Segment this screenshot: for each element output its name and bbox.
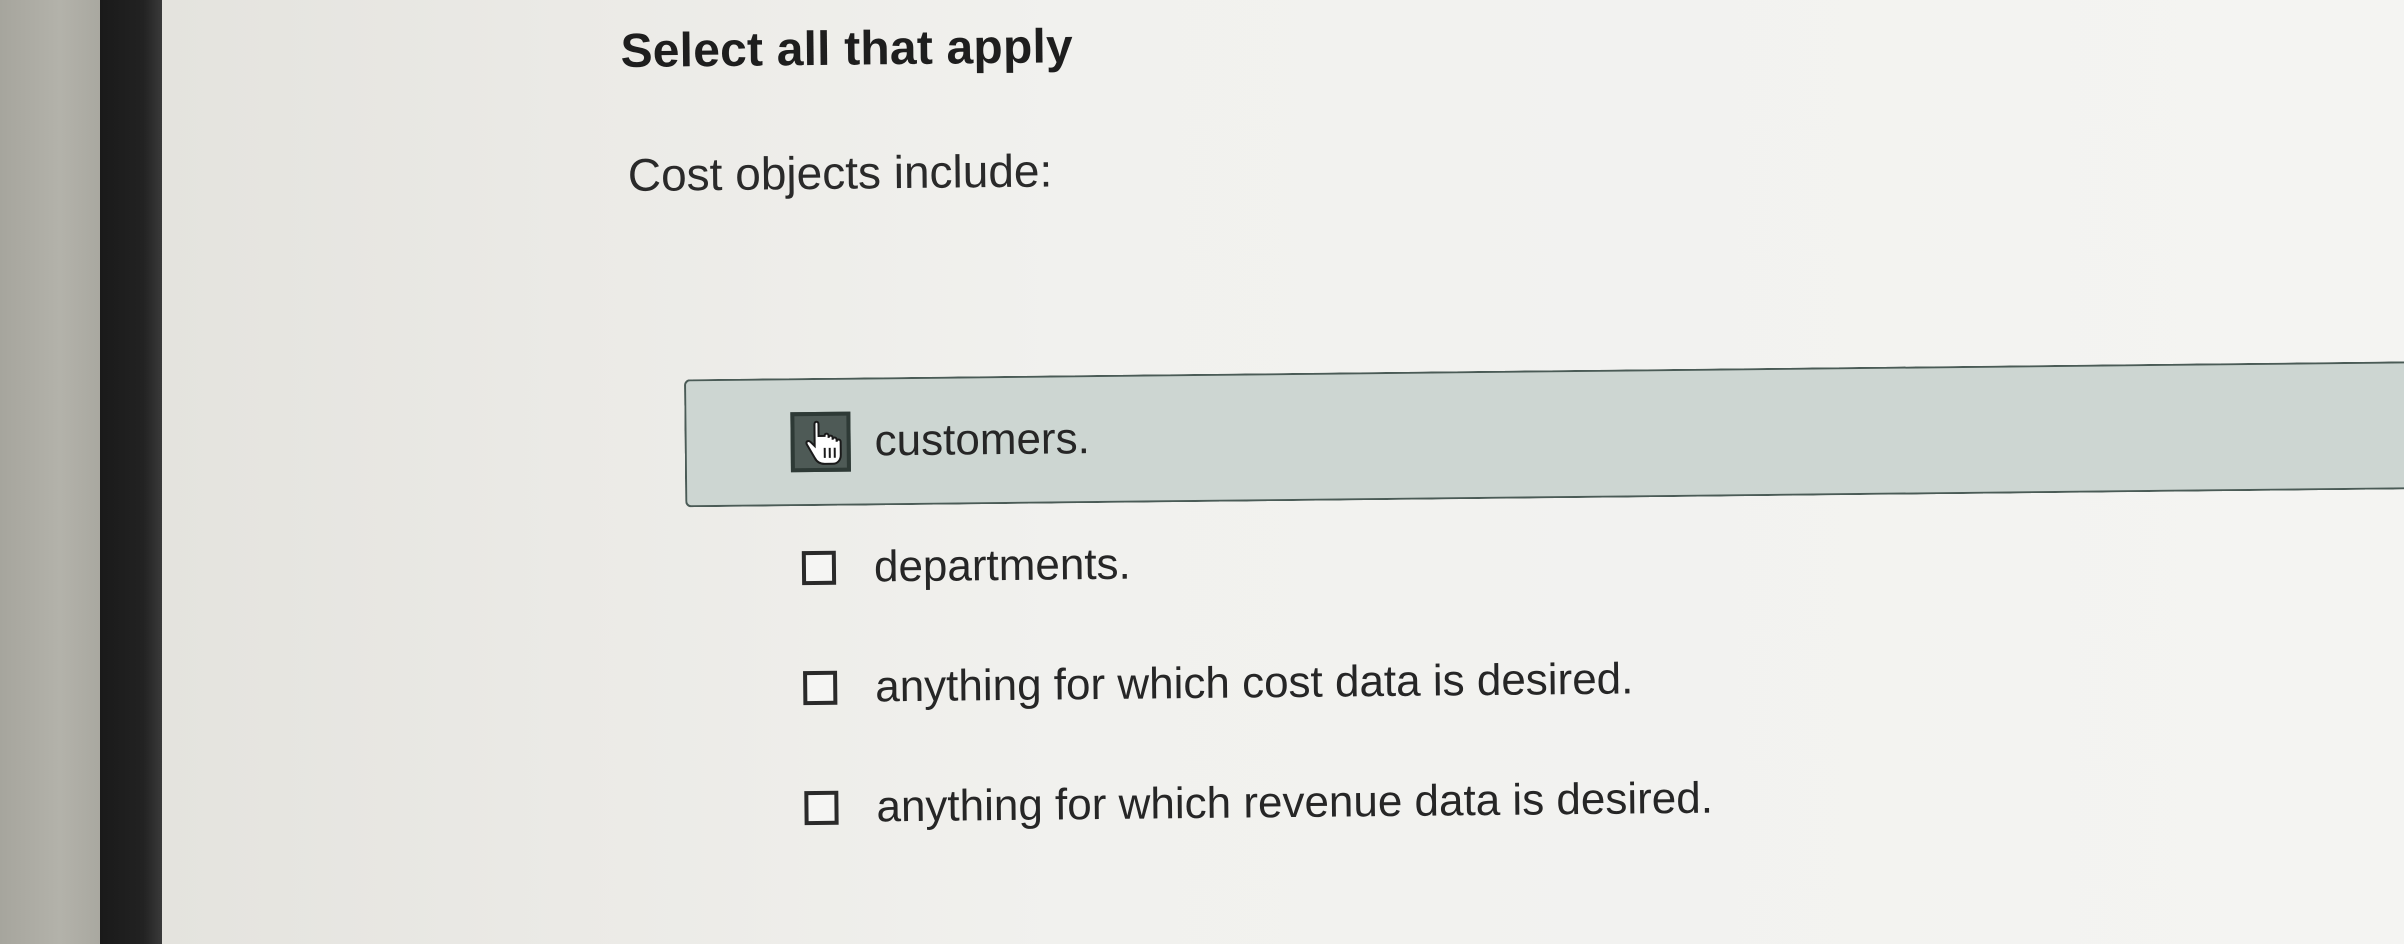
checkbox-revenue-data[interactable] [804,790,839,826]
option-label: departments. [873,539,1132,592]
hand-pointer-icon [805,420,842,465]
left-bezel [0,0,100,944]
checkbox-cost-data[interactable] [803,670,838,706]
checkbox-departments[interactable] [801,550,837,586]
option-label: anything for which cost data is desired. [874,654,1634,712]
option-label: anything for which revenue data is desir… [876,773,1714,832]
question-content: Select all that apply Cost objects inclu… [620,0,2404,944]
checkbox-customers[interactable] [790,411,851,473]
answer-options: customers. departments. anything for whi… [683,360,2404,870]
option-cost-data[interactable]: anything for which cost data is desired. [687,611,2404,750]
instruction-text: Select all that apply [620,20,1074,78]
option-departments[interactable]: departments. [685,491,2404,630]
bezel-edge [100,0,162,944]
option-revenue-data[interactable]: anything for which revenue data is desir… [688,731,2404,870]
option-label: customers. [874,414,1091,466]
option-customers[interactable]: customers. [683,360,2404,508]
question-prompt: Cost objects include: [627,144,1053,201]
screen: Select all that apply Cost objects inclu… [0,0,2404,944]
